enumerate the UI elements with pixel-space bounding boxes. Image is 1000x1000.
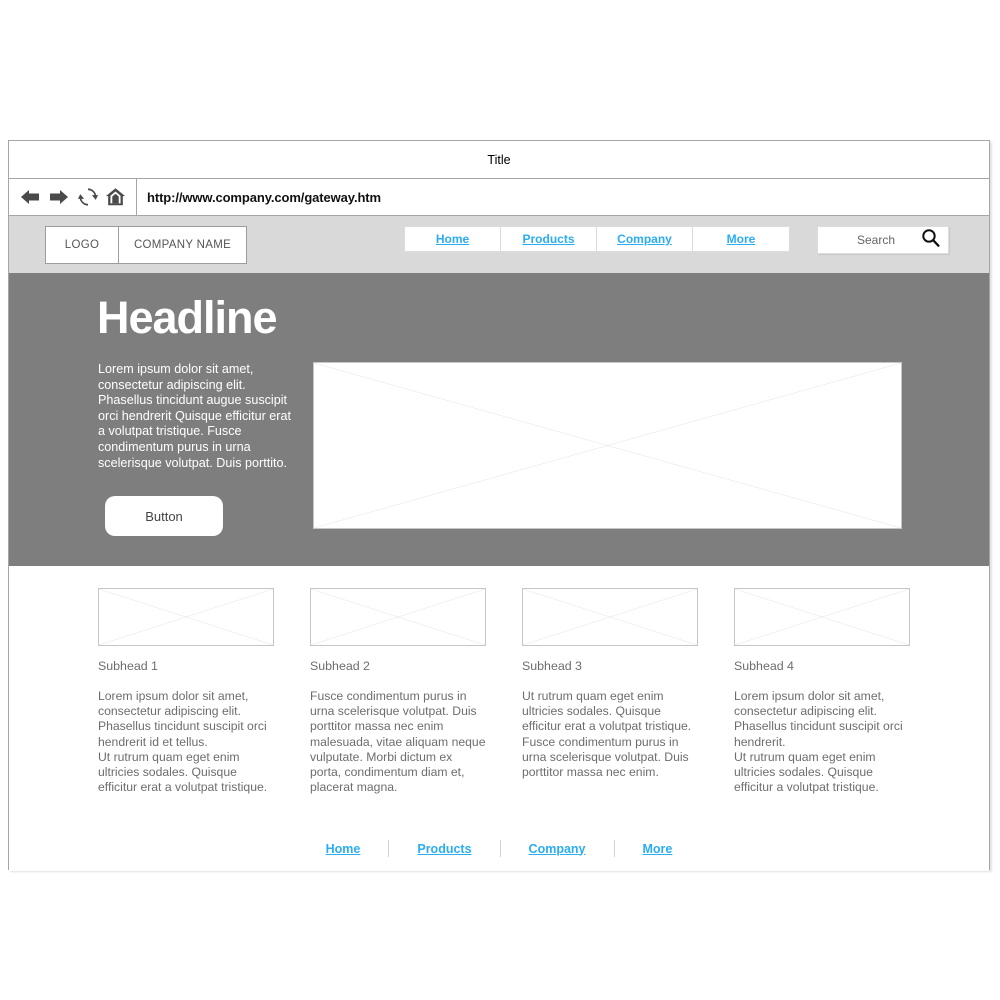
url-input[interactable]: http://www.company.com/gateway.htm <box>137 179 989 215</box>
content-section: Subhead 1 Lorem ipsum dolor sit amet, co… <box>9 566 989 871</box>
column-subhead: Subhead 4 <box>734 659 794 673</box>
reload-icon[interactable] <box>77 186 99 208</box>
nav-item-home[interactable]: Home <box>405 227 501 251</box>
browser-window: Title http://www.company.com/gateway.htm… <box>8 140 990 871</box>
column-body: Lorem ipsum dolor sit amet, consectetur … <box>734 689 903 795</box>
thumbnail-placeholder <box>734 588 910 646</box>
feature-columns: Subhead 1 Lorem ipsum dolor sit amet, co… <box>98 588 933 795</box>
nav-item-company[interactable]: Company <box>597 227 693 251</box>
company-name[interactable]: COMPANY NAME <box>119 227 246 263</box>
brand-group: LOGO COMPANY NAME <box>45 225 247 264</box>
thumbnail-placeholder <box>98 588 274 646</box>
feature-column: Subhead 4 Lorem ipsum dolor sit amet, co… <box>734 588 910 795</box>
url-text: http://www.company.com/gateway.htm <box>147 189 381 205</box>
column-body: Ut rutrum quam eget enim ultricies sodal… <box>522 689 692 780</box>
logo[interactable]: LOGO <box>46 226 119 263</box>
nav-item-products[interactable]: Products <box>501 227 597 251</box>
thumbnail-placeholder <box>522 588 698 646</box>
thumbnail-placeholder <box>310 588 486 646</box>
site-header: LOGO COMPANY NAME Home Products Company … <box>9 216 989 273</box>
hero-body-text: Lorem ipsum dolor sit amet, consectetur … <box>98 362 291 470</box>
main-navigation: Home Products Company More <box>404 226 790 252</box>
footer-link-more[interactable]: More <box>615 842 701 856</box>
footer-link-home[interactable]: Home <box>298 842 389 856</box>
column-body: Fusce condimentum purus in urna sceleris… <box>310 689 486 795</box>
home-icon[interactable] <box>104 186 127 208</box>
footer-link-products[interactable]: Products <box>389 842 499 856</box>
hero-section: Headline Lorem ipsum dolor sit amet, con… <box>9 273 989 566</box>
footer-link-company[interactable]: Company <box>501 842 614 856</box>
browser-toolbar: http://www.company.com/gateway.htm <box>9 179 989 216</box>
back-icon[interactable] <box>18 187 42 207</box>
feature-column: Subhead 1 Lorem ipsum dolor sit amet, co… <box>98 588 274 795</box>
column-subhead: Subhead 2 <box>310 659 370 673</box>
browser-titlebar: Title <box>9 141 989 179</box>
search-icon[interactable] <box>921 228 940 252</box>
hero-cta-button[interactable]: Button <box>105 496 223 536</box>
search-input[interactable]: Search <box>817 226 949 254</box>
column-subhead: Subhead 3 <box>522 659 582 673</box>
window-title: Title <box>487 152 511 167</box>
hero-headline: Headline <box>97 292 278 343</box>
nav-item-more[interactable]: More <box>693 227 789 251</box>
feature-column: Subhead 3 Ut rutrum quam eget enim ultri… <box>522 588 698 795</box>
search-placeholder: Search <box>856 233 896 247</box>
hero-image-placeholder <box>313 362 902 529</box>
browser-nav-controls <box>9 179 137 215</box>
footer-navigation: Home Products Company More <box>9 840 989 857</box>
column-subhead: Subhead 1 <box>98 659 158 673</box>
column-body: Lorem ipsum dolor sit amet, consectetur … <box>98 689 268 795</box>
forward-icon[interactable] <box>47 187 71 207</box>
feature-column: Subhead 2 Fusce condimentum purus in urn… <box>310 588 486 795</box>
